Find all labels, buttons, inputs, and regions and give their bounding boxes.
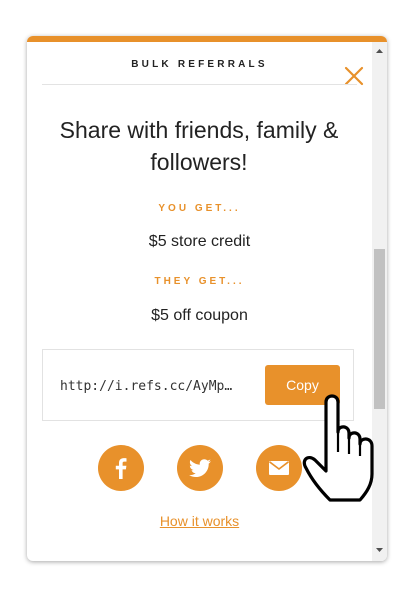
header-divider (42, 84, 357, 85)
email-share-button[interactable] (256, 445, 302, 491)
referral-link-field[interactable]: http://i.refs.cc/AyMp… (60, 379, 260, 394)
scroll-down-button[interactable] (372, 542, 387, 557)
they-get-label: THEY GET... (154, 276, 245, 287)
panel-title: BULK REFERRALS (131, 59, 268, 70)
headline: Share with friends, family & followers! (59, 117, 339, 175)
hand-cursor-icon (302, 394, 374, 502)
accent-top-bar (27, 36, 387, 42)
you-get-label: YOU GET... (158, 203, 241, 214)
close-icon (344, 66, 364, 86)
facebook-share-button[interactable] (98, 445, 144, 491)
they-get-value: $5 off coupon (151, 307, 248, 324)
twitter-icon (189, 459, 211, 477)
arrow-down-icon (376, 548, 383, 552)
facebook-icon (115, 458, 127, 479)
arrow-up-icon (376, 49, 383, 53)
scrollbar-thumb[interactable] (374, 249, 385, 409)
how-it-works-link[interactable]: How it works (27, 513, 372, 529)
email-icon (269, 461, 289, 475)
scroll-up-button[interactable] (372, 44, 387, 59)
you-get-value: $5 store credit (148, 233, 251, 250)
close-button[interactable] (344, 66, 364, 86)
twitter-share-button[interactable] (177, 445, 223, 491)
